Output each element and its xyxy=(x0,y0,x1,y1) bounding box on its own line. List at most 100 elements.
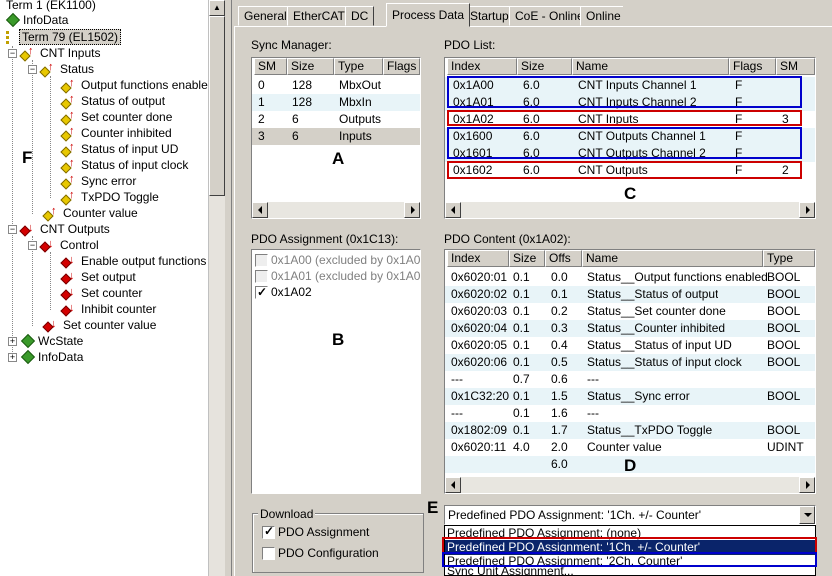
table-row[interactable]: 0x1802:09 0.1 1.7 Status__TxPDO Toggle BOOL xyxy=(445,422,815,439)
checkbox[interactable] xyxy=(255,254,268,268)
tree-node-status-of-output[interactable]: Status of output xyxy=(62,91,167,109)
tree-node-control[interactable]: −Control xyxy=(28,236,101,253)
pdo-content-hscrollbar[interactable] xyxy=(445,477,815,493)
tree-node-cnt-outputs[interactable]: −CNT Outputs xyxy=(8,220,112,237)
col-sm[interactable]: SM xyxy=(776,58,815,75)
col-flags[interactable]: Flags xyxy=(729,58,776,75)
scroll-left-icon[interactable] xyxy=(445,477,461,493)
table-cell: 4.0 xyxy=(513,440,530,454)
pdo-assignment-item[interactable]: 0x1A02 xyxy=(255,284,312,301)
scroll-up-icon[interactable]: ▲ xyxy=(209,0,225,16)
col-flags[interactable]: Flags xyxy=(383,58,420,75)
pdo-assignment-item[interactable]: 0x1A00 (excluded by 0x1A02) xyxy=(255,252,420,269)
table-row[interactable]: 0x6020:05 0.1 0.4 Status__Status of input U… xyxy=(445,337,815,354)
col-size[interactable]: Size xyxy=(509,250,545,267)
tab-dc[interactable]: DC xyxy=(345,6,375,26)
tree-node-output-functions-enabled[interactable]: Output functions enabled xyxy=(62,75,208,93)
checkbox-checked[interactable] xyxy=(255,284,268,301)
tree-node-cnt-inputs[interactable]: −CNT Inputs xyxy=(8,43,102,61)
tree-node-infodata[interactable]: InfoData xyxy=(6,12,70,28)
scroll-right-icon[interactable] xyxy=(404,202,420,218)
tree-node-set-counter-value[interactable]: Set counter value xyxy=(44,316,158,333)
collapse-icon[interactable]: − xyxy=(28,241,37,251)
pdo-assignment-checkbox[interactable]: PDO Assignment xyxy=(262,524,369,540)
tree-scrollbar[interactable]: ▲ xyxy=(208,0,225,576)
table-cell: BOOL xyxy=(767,304,801,318)
scroll-left-icon[interactable] xyxy=(252,202,268,218)
table-row[interactable]: 1 128 MbxIn xyxy=(252,94,420,111)
predefined-pdo-select[interactable]: Predefined PDO Assignment: '1Ch. +/- Cou… xyxy=(444,505,816,525)
table-row[interactable]: 0x6020:01 0.1 0.0 Status__Output functions … xyxy=(445,269,815,286)
col-index[interactable]: Index xyxy=(447,58,517,75)
tree-node-wcstate[interactable]: + WcState xyxy=(8,333,85,349)
table-cell: 1.7 xyxy=(551,423,568,437)
pdo-list-hscrollbar[interactable] xyxy=(445,202,815,218)
col-offs[interactable]: Offs xyxy=(545,250,582,267)
dropdown-option[interactable]: Sync Unit Assignment... xyxy=(445,566,815,576)
tree-node-inhibit-counter[interactable]: Inhibit counter xyxy=(62,300,158,317)
checkbox[interactable] xyxy=(255,270,268,284)
table-row[interactable]: 0x6020:03 0.1 0.2 Status__Set counter done B… xyxy=(445,303,815,320)
scroll-right-icon[interactable] xyxy=(799,477,815,493)
table-row[interactable]: 0x1C32:20 0.1 1.5 Status__Sync error BOOL xyxy=(445,388,815,405)
table-row[interactable]: 2 6 Outputs xyxy=(252,111,420,128)
tab-ethercat[interactable]: EtherCAT xyxy=(287,6,351,26)
collapse-icon[interactable]: − xyxy=(8,225,17,235)
scroll-left-icon[interactable] xyxy=(445,202,461,218)
device-tree[interactable]: Term 1 (EK1100) InfoData Term 79 (EL1502… xyxy=(0,0,208,576)
tree-node-set-counter[interactable]: Set counter xyxy=(62,284,144,301)
tab-process-data[interactable]: Process Data xyxy=(386,3,471,27)
tree-node-counter-inhibited[interactable]: Counter inhibited xyxy=(62,123,174,141)
table-cell: 0.1 xyxy=(551,287,568,301)
col-type[interactable]: Type xyxy=(334,58,383,75)
table-row[interactable]: --- 0.7 0.6 --- xyxy=(445,371,815,388)
collapse-icon[interactable]: − xyxy=(28,65,37,75)
table-row[interactable]: 0x6020:04 0.1 0.3 Status__Counter inhibited… xyxy=(445,320,815,337)
tree-node-set-output[interactable]: Set output xyxy=(62,268,138,285)
scroll-right-icon[interactable] xyxy=(799,202,815,218)
tree-node-status-of-input-ud[interactable]: Status of input UD xyxy=(62,139,180,157)
chevron-down-icon[interactable] xyxy=(799,506,815,524)
col-sm[interactable]: SM xyxy=(254,58,287,75)
collapse-icon[interactable]: − xyxy=(8,49,17,59)
table-row[interactable]: 0x6020:11 4.0 2.0 Counter value UDINT xyxy=(445,439,815,456)
tree-node-txpdo-toggle[interactable]: TxPDO Toggle xyxy=(62,187,161,205)
tree-node-counter-value[interactable]: Counter value xyxy=(44,203,140,221)
tab-coe-online[interactable]: CoE - Online xyxy=(509,6,590,26)
pdo-assignment-item[interactable]: 0x1A01 (excluded by 0x1A02) xyxy=(255,268,420,285)
highlight-box-blue xyxy=(447,76,802,108)
col-size[interactable]: Size xyxy=(287,58,334,75)
col-name[interactable]: Name xyxy=(582,250,763,267)
tree-node-status[interactable]: −Status xyxy=(28,59,96,77)
splitter[interactable] xyxy=(226,0,232,576)
tree-node-infodata-2[interactable]: + InfoData xyxy=(8,349,85,365)
tab-online[interactable]: Online xyxy=(580,6,627,26)
col-size[interactable]: Size xyxy=(517,58,572,75)
sync-manager-list[interactable]: SM Size Type Flags 0 128 MbxOut 1 128 MbxIn … xyxy=(251,57,421,219)
tree-node-enable-output-functions[interactable]: Enable output functions xyxy=(62,252,208,269)
pdo-configuration-checkbox[interactable]: PDO Configuration xyxy=(262,546,379,561)
highlight-box-blue xyxy=(442,552,817,567)
pdo-assignment-title: PDO Assignment (0x1C13): xyxy=(251,232,399,246)
sm-hscrollbar[interactable] xyxy=(252,202,420,218)
tab-startup[interactable]: Startup xyxy=(464,6,515,26)
expand-icon[interactable]: + xyxy=(8,337,17,347)
checkbox-checked[interactable] xyxy=(262,524,275,540)
tab-general[interactable]: General xyxy=(238,6,293,26)
table-row[interactable]: 0x6020:02 0.1 0.1 Status__Status of output B… xyxy=(445,286,815,303)
col-type[interactable]: Type xyxy=(763,250,815,267)
table-row[interactable]: 0x6020:06 0.1 0.5 Status__Status of input c… xyxy=(445,354,815,371)
tree-node-status-of-input-clock[interactable]: Status of input clock xyxy=(62,155,190,173)
table-row[interactable]: --- 0.1 1.6 --- xyxy=(445,405,815,422)
pdo-assignment-list[interactable]: 0x1A00 (excluded by 0x1A02) 0x1A01 (excl… xyxy=(251,249,421,494)
tree-node-set-counter-done[interactable]: Set counter done xyxy=(62,107,174,125)
sync-manager-title: Sync Manager: xyxy=(251,38,332,52)
table-row[interactable]: 0 128 MbxOut xyxy=(252,77,420,94)
expand-icon[interactable]: + xyxy=(8,353,17,363)
tree-node-term79[interactable]: Term 79 (EL1502) xyxy=(6,29,122,45)
scroll-thumb[interactable] xyxy=(209,16,225,196)
col-name[interactable]: Name xyxy=(572,58,729,75)
col-index[interactable]: Index xyxy=(447,250,509,267)
checkbox[interactable] xyxy=(262,547,275,561)
table-row-selected[interactable]: 3 6 Inputs xyxy=(252,128,420,145)
